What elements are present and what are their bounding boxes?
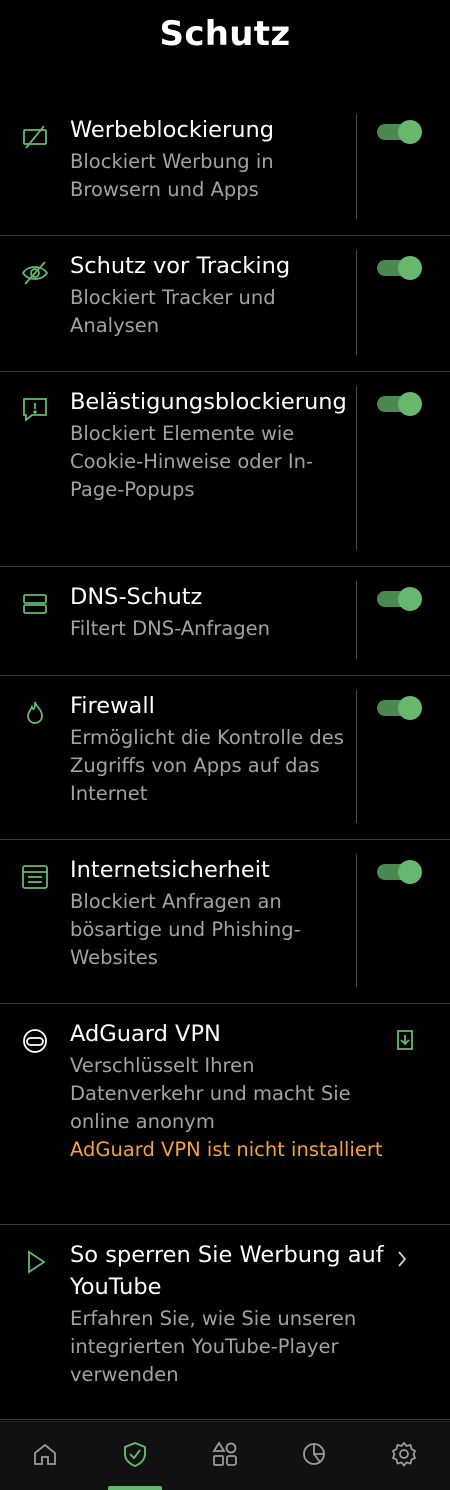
row-dns-protection[interactable]: DNS-Schutz Filtert DNS-Anfragen — [0, 567, 450, 676]
annoyance-blocking-toggle[interactable] — [377, 392, 422, 416]
divider — [356, 386, 357, 550]
dns-protection-toggle[interactable] — [377, 587, 422, 611]
eye-off-icon — [20, 258, 50, 288]
active-tab-indicator — [108, 1486, 162, 1490]
row-title: Internetsicherheit — [70, 857, 270, 883]
page-title: Schutz — [159, 14, 291, 54]
chevron-right-icon[interactable] — [390, 1247, 414, 1271]
row-description: Blockiert Anfragen an bösartige und Phis… — [70, 890, 301, 969]
browser-window-icon — [20, 862, 50, 892]
ad-block-icon — [20, 122, 50, 152]
divider — [356, 581, 357, 659]
row-annoyance-blocking[interactable]: Belästigungsblockierung Blockiert Elemen… — [0, 372, 450, 567]
alert-message-icon — [20, 394, 50, 424]
row-description: Blockiert Elemente wie Cookie-Hinweise o… — [70, 422, 314, 501]
firewall-toggle[interactable] — [377, 696, 422, 720]
row-title: So sperren Sie Werbung auf YouTube — [70, 1242, 384, 1300]
play-icon — [20, 1247, 50, 1277]
row-description: Blockiert Tracker und Analysen — [70, 286, 276, 337]
divider — [356, 690, 357, 823]
home-icon[interactable] — [31, 1440, 61, 1470]
apps-grid-icon[interactable] — [211, 1440, 241, 1470]
row-title: Werbeblockierung — [70, 117, 274, 143]
vpn-status-warning: AdGuard VPN ist nicht installiert — [70, 1138, 383, 1161]
divider — [356, 250, 357, 355]
row-browsing-security[interactable]: Internetsicherheit Blockiert Anfragen an… — [0, 840, 450, 1004]
row-ad-blocking[interactable]: Werbeblockierung Blockiert Werbung in Br… — [0, 100, 450, 236]
row-youtube-guide[interactable]: So sperren Sie Werbung auf YouTube Erfah… — [0, 1225, 450, 1420]
row-firewall[interactable]: Firewall Ermöglicht die Kontrolle des Zu… — [0, 676, 450, 840]
browsing-security-toggle[interactable] — [377, 860, 422, 884]
shield-check-icon[interactable] — [121, 1440, 151, 1470]
row-title: Firewall — [70, 693, 155, 719]
row-title: DNS-Schutz — [70, 584, 203, 610]
divider — [356, 854, 357, 987]
protection-list: Werbeblockierung Blockiert Werbung in Br… — [0, 100, 450, 1420]
bottom-navigation — [0, 1421, 450, 1490]
server-icon — [20, 589, 50, 619]
vpn-mascot-icon — [20, 1026, 50, 1056]
download-icon[interactable] — [393, 1028, 417, 1052]
row-description: Blockiert Werbung in Browsern und Apps — [70, 150, 274, 201]
row-description: Verschlüsselt Ihren Datenverkehr und mac… — [70, 1054, 351, 1133]
row-title: Schutz vor Tracking — [70, 253, 291, 279]
row-description: Ermöglicht die Kontrolle des Zugriffs vo… — [70, 726, 344, 805]
flame-icon — [20, 698, 50, 728]
row-title: Belästigungsblockierung — [70, 389, 347, 415]
settings-gear-icon[interactable] — [390, 1440, 420, 1470]
row-title: AdGuard VPN — [70, 1021, 221, 1047]
row-tracking-protection[interactable]: Schutz vor Tracking Blockiert Tracker un… — [0, 236, 450, 372]
row-description: Filtert DNS-Anfragen — [70, 617, 270, 640]
row-description: Erfahren Sie, wie Sie unseren integriert… — [70, 1307, 357, 1386]
statistics-pie-icon[interactable] — [300, 1440, 330, 1470]
ad-blocking-toggle[interactable] — [377, 120, 422, 144]
divider — [356, 114, 357, 219]
tracking-protection-toggle[interactable] — [377, 256, 422, 280]
row-adguard-vpn[interactable]: AdGuard VPN Verschlüsselt Ihren Datenver… — [0, 1004, 450, 1225]
